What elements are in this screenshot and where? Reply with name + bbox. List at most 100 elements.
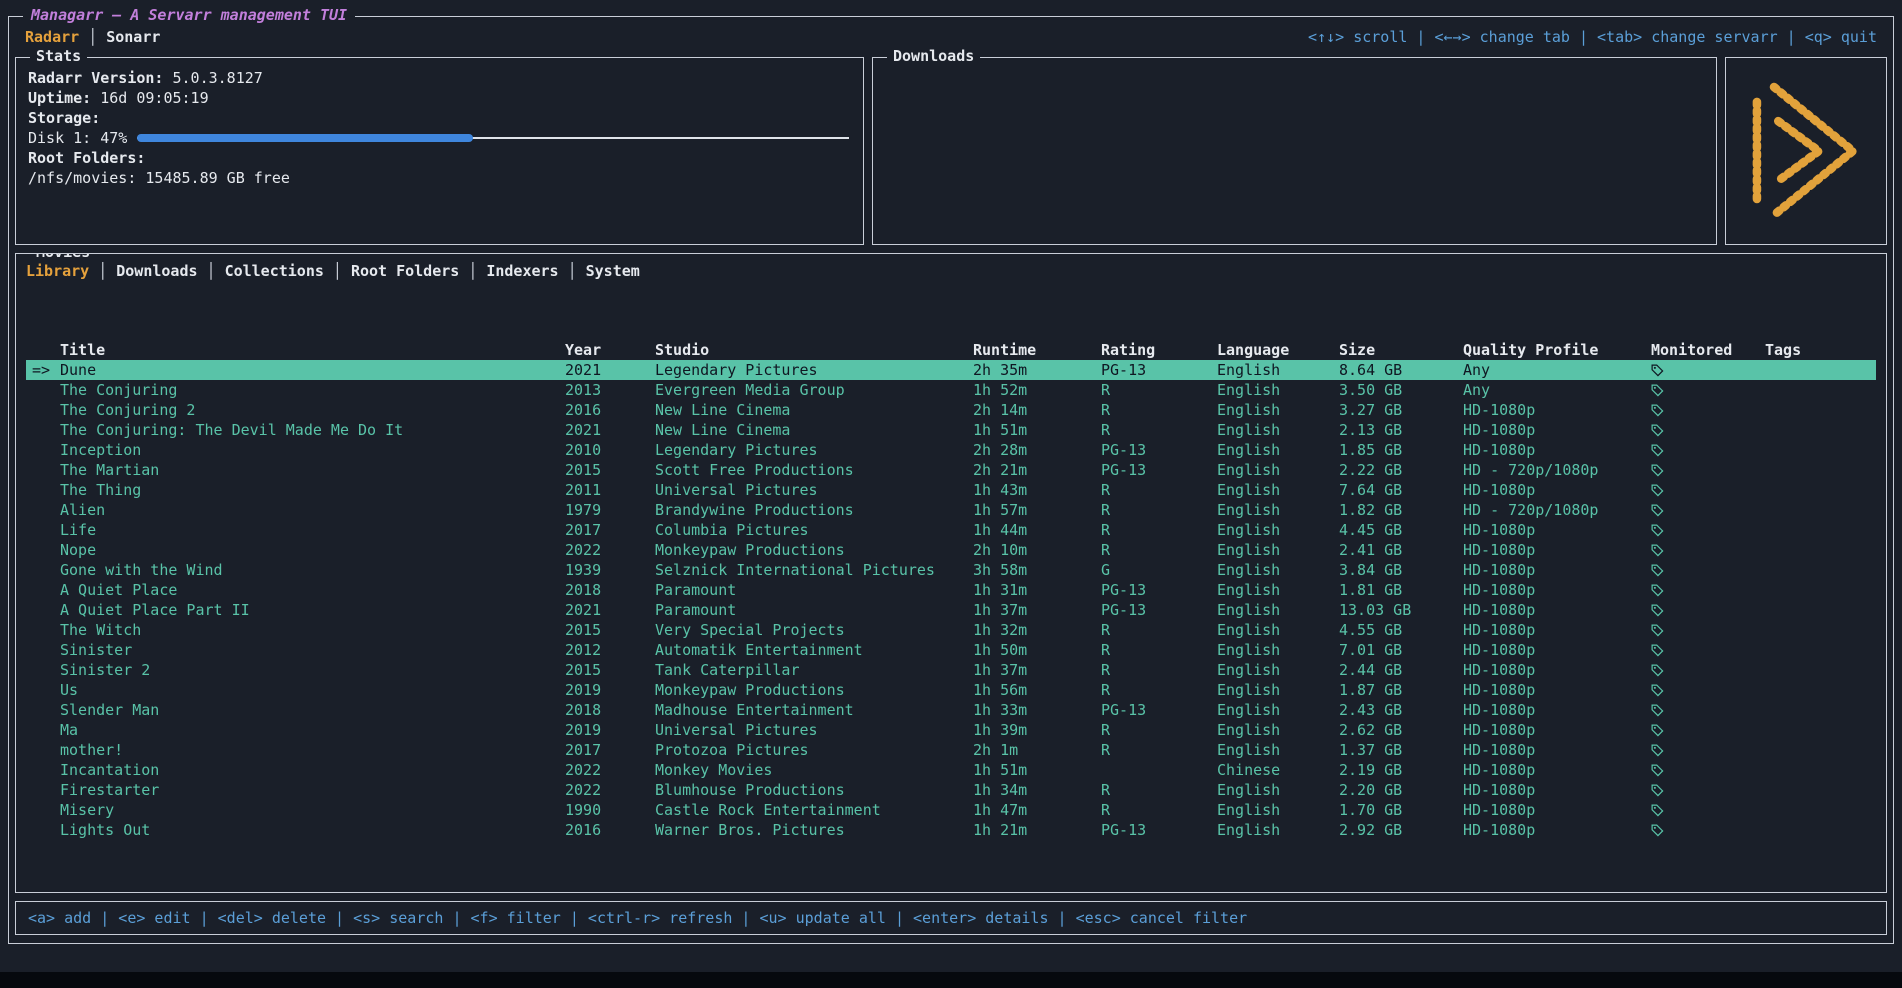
servarr-tab-sonarr[interactable]: Sonarr bbox=[106, 28, 160, 46]
table-row[interactable]: Us2019Monkeypaw Productions1h 56mREnglis… bbox=[26, 680, 1876, 700]
movies-tab-indexers[interactable]: Indexers bbox=[486, 262, 558, 280]
table-row[interactable]: mother!2017Protozoa Pictures2h 1mREnglis… bbox=[26, 740, 1876, 760]
movies-tab-root-folders[interactable]: Root Folders bbox=[351, 262, 459, 280]
cell-monitored bbox=[1651, 583, 1765, 597]
uptime-line: Uptime: 16d 09:05:19 bbox=[28, 88, 851, 108]
cell-year: 2022 bbox=[565, 781, 655, 799]
cell-year: 2022 bbox=[565, 761, 655, 779]
column-header-size: Size bbox=[1339, 341, 1463, 359]
table-row[interactable]: Lights Out2016Warner Bros. Pictures1h 21… bbox=[26, 820, 1876, 840]
table-row[interactable]: A Quiet Place Part II2021Paramount1h 37m… bbox=[26, 600, 1876, 620]
cell-size: 13.03 GB bbox=[1339, 601, 1463, 619]
cell-quality-profile: HD-1080p bbox=[1463, 781, 1651, 799]
cell-monitored bbox=[1651, 643, 1765, 657]
cell-rating: R bbox=[1101, 781, 1217, 799]
column-header-studio: Studio bbox=[655, 341, 973, 359]
table-row[interactable]: The Conjuring2013Evergreen Media Group1h… bbox=[26, 380, 1876, 400]
movies-tab-collections[interactable]: Collections bbox=[225, 262, 324, 280]
table-row[interactable]: Life2017Columbia Pictures1h 44mREnglish4… bbox=[26, 520, 1876, 540]
cell-language: English bbox=[1217, 361, 1339, 379]
cell-language: English bbox=[1217, 821, 1339, 839]
cell-language: English bbox=[1217, 501, 1339, 519]
root-folders-label: Root Folders: bbox=[28, 149, 145, 167]
cell-runtime: 2h 28m bbox=[973, 441, 1101, 459]
cell-runtime: 1h 37m bbox=[973, 661, 1101, 679]
monitored-tag-icon bbox=[1651, 664, 1664, 677]
cell-year: 1939 bbox=[565, 561, 655, 579]
cell-studio: Legendary Pictures bbox=[655, 441, 973, 459]
cell-rating: R bbox=[1101, 621, 1217, 639]
cell-title: Sinister bbox=[60, 641, 565, 659]
cell-rating: PG-13 bbox=[1101, 441, 1217, 459]
cell-title: Life bbox=[60, 521, 565, 539]
cell-rating: R bbox=[1101, 801, 1217, 819]
column-header-language: Language bbox=[1217, 341, 1339, 359]
cell-title: Gone with the Wind bbox=[60, 561, 565, 579]
cell-quality-profile: HD-1080p bbox=[1463, 541, 1651, 559]
cell-runtime: 1h 33m bbox=[973, 701, 1101, 719]
cell-title: Slender Man bbox=[60, 701, 565, 719]
cell-size: 4.45 GB bbox=[1339, 521, 1463, 539]
cell-language: English bbox=[1217, 721, 1339, 739]
table-row[interactable]: The Thing2011Universal Pictures1h 43mREn… bbox=[26, 480, 1876, 500]
cell-quality-profile: HD-1080p bbox=[1463, 701, 1651, 719]
table-row[interactable]: Ma2019Universal Pictures1h 39mREnglish2.… bbox=[26, 720, 1876, 740]
monitored-tag-icon bbox=[1651, 684, 1664, 697]
cell-title: The Conjuring bbox=[60, 381, 565, 399]
cell-quality-profile: HD-1080p bbox=[1463, 721, 1651, 739]
table-row[interactable]: Incantation2022Monkey Movies1h 51mChines… bbox=[26, 760, 1876, 780]
movies-tab-downloads[interactable]: Downloads bbox=[116, 262, 197, 280]
cell-size: 4.55 GB bbox=[1339, 621, 1463, 639]
cell-monitored bbox=[1651, 523, 1765, 537]
app-frame: Managarr — A Servarr management TUI Rada… bbox=[8, 16, 1894, 944]
table-row[interactable]: Alien1979Brandywine Productions1h 57mREn… bbox=[26, 500, 1876, 520]
table-row[interactable]: The Witch2015Very Special Projects1h 32m… bbox=[26, 620, 1876, 640]
table-row[interactable]: Sinister2012Automatik Entertainment1h 50… bbox=[26, 640, 1876, 660]
table-row[interactable]: Nope2022Monkeypaw Productions2h 10mREngl… bbox=[26, 540, 1876, 560]
cell-runtime: 1h 32m bbox=[973, 621, 1101, 639]
cell-title: The Martian bbox=[60, 461, 565, 479]
cell-monitored bbox=[1651, 763, 1765, 777]
cell-rating: R bbox=[1101, 741, 1217, 759]
column-header-title: Title bbox=[60, 341, 565, 359]
cell-year: 2021 bbox=[565, 601, 655, 619]
table-row[interactable]: Misery1990Castle Rock Entertainment1h 47… bbox=[26, 800, 1876, 820]
cell-studio: New Line Cinema bbox=[655, 421, 973, 439]
stats-panel: Stats Radarr Version: 5.0.3.8127 Uptime:… bbox=[15, 57, 864, 245]
table-row[interactable]: Inception2010Legendary Pictures2h 28mPG-… bbox=[26, 440, 1876, 460]
cell-quality-profile: HD-1080p bbox=[1463, 801, 1651, 819]
tab-separator: │ bbox=[468, 262, 477, 280]
version-line: Radarr Version: 5.0.3.8127 bbox=[28, 68, 851, 88]
downloads-panel-title: Downloads bbox=[887, 47, 980, 65]
table-row[interactable]: Firestarter2022Blumhouse Productions1h 3… bbox=[26, 780, 1876, 800]
cell-title: The Witch bbox=[60, 621, 565, 639]
table-row[interactable]: A Quiet Place2018Paramount1h 31mPG-13Eng… bbox=[26, 580, 1876, 600]
cell-size: 1.70 GB bbox=[1339, 801, 1463, 819]
table-row[interactable]: =>Dune2021Legendary Pictures2h 35mPG-13E… bbox=[26, 360, 1876, 380]
table-row[interactable]: The Conjuring: The Devil Made Me Do It20… bbox=[26, 420, 1876, 440]
cell-language: English bbox=[1217, 481, 1339, 499]
table-row[interactable]: Gone with the Wind1939Selznick Internati… bbox=[26, 560, 1876, 580]
taskbar-strip bbox=[0, 972, 1902, 988]
cell-studio: Paramount bbox=[655, 581, 973, 599]
cell-monitored bbox=[1651, 663, 1765, 677]
table-row[interactable]: The Martian2015Scott Free Productions2h … bbox=[26, 460, 1876, 480]
table-row[interactable]: Sinister 22015Tank Caterpillar1h 37mREng… bbox=[26, 660, 1876, 680]
cell-monitored bbox=[1651, 443, 1765, 457]
cell-quality-profile: HD-1080p bbox=[1463, 581, 1651, 599]
servarr-tab-radarr[interactable]: Radarr bbox=[25, 28, 79, 46]
table-row[interactable]: Slender Man2018Madhouse Entertainment1h … bbox=[26, 700, 1876, 720]
cell-year: 2015 bbox=[565, 621, 655, 639]
uptime-value: 16d 09:05:19 bbox=[100, 89, 208, 107]
cell-runtime: 1h 52m bbox=[973, 381, 1101, 399]
movies-tab-system[interactable]: System bbox=[586, 262, 640, 280]
monitored-tag-icon bbox=[1651, 384, 1664, 397]
movies-tab-library[interactable]: Library bbox=[26, 262, 89, 280]
monitored-tag-icon bbox=[1651, 424, 1664, 437]
cell-monitored bbox=[1651, 403, 1765, 417]
table-row[interactable]: The Conjuring 22016New Line Cinema2h 14m… bbox=[26, 400, 1876, 420]
cell-size: 3.50 GB bbox=[1339, 381, 1463, 399]
cell-size: 2.13 GB bbox=[1339, 421, 1463, 439]
cell-studio: Castle Rock Entertainment bbox=[655, 801, 973, 819]
cell-runtime: 1h 57m bbox=[973, 501, 1101, 519]
